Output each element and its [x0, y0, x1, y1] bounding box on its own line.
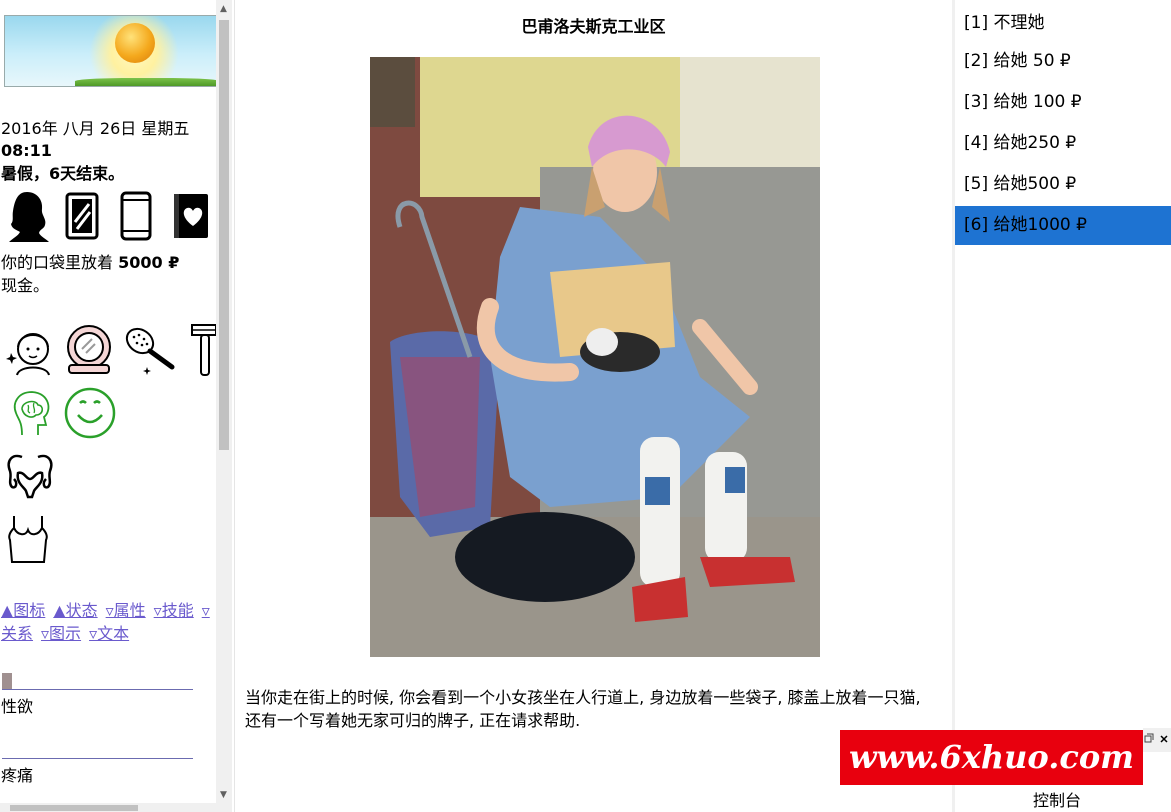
pain-bar [2, 741, 193, 759]
left-vertical-scrollbar[interactable]: ▲ ▼ [216, 0, 232, 812]
holiday-text: 暑假，6天结束。 [1, 164, 125, 183]
left-horizontal-scrollbar[interactable] [0, 803, 216, 812]
brain-icon [13, 391, 50, 436]
location-title: 巴甫洛夫斯克工业区 [521, 17, 666, 36]
choice-option-2[interactable]: [2] 给她 50 ₽ [955, 42, 1171, 81]
link-attributes[interactable]: ▿属性 [106, 601, 146, 620]
face-care-icon[interactable] [5, 323, 59, 377]
choice-option-3[interactable]: [3] 给她 100 ₽ [955, 83, 1171, 122]
choice-option-4[interactable]: [4] 给她250 ₽ [955, 124, 1171, 163]
scene-photo [370, 57, 820, 657]
pain-label: 疼痛 [1, 766, 34, 785]
date-text: 2016年 八月 26日 星期五 [1, 119, 190, 138]
compact-mirror-icon[interactable] [64, 323, 114, 375]
smartphone-icon[interactable] [120, 191, 152, 241]
link-status[interactable]: ▲状态 [53, 601, 97, 620]
smile-icon [64, 387, 116, 439]
watermark-banner: www.6xhuo.com [840, 730, 1143, 785]
link-text[interactable]: ▿文本 [89, 624, 129, 643]
section-links: ▲图标 ▲状态 ▿属性 ▿技能 ▿关系 ▿图示 ▿文本 [1, 599, 216, 645]
link-skills[interactable]: ▿技能 [154, 601, 194, 620]
choice-option-6[interactable]: [6] 给她1000 ₽ [955, 206, 1171, 245]
left-scroll-thumb[interactable] [219, 20, 229, 450]
console-label[interactable]: 控制台 [1033, 787, 1081, 811]
money-suffix: 现金。 [1, 276, 50, 295]
choices-panel: [1] 不理她 [2] 给她 50 ₽ [3] 给她 100 ₽ [4] 给她250 … [952, 0, 1171, 812]
weather-image [4, 15, 217, 87]
choice-option-1[interactable]: [1] 不理她 [955, 4, 1171, 43]
hairbrush-icon[interactable] [122, 323, 178, 375]
libido-bar [2, 673, 193, 690]
left-sidebar: 2016年 八月 26日 星期五 08:11 暑假，6天结束。 你的口袋里放着 … [0, 0, 232, 812]
money-amount: 5000 ₽ [118, 253, 180, 272]
link-diagram[interactable]: ▿图示 [41, 624, 81, 643]
woman-silhouette-icon[interactable] [5, 190, 53, 242]
scene-description: 当你走在街上的时候, 你会看到一个小女孩坐在人行道上, 身边放着一些袋子, 膝盖… [245, 688, 921, 730]
uterus-icon [7, 454, 53, 499]
libido-label: 性欲 [1, 697, 34, 716]
money-text: 你的口袋里放着 5000 ₽ [1, 253, 180, 272]
choice-option-5[interactable]: [5] 给她500 ₽ [955, 165, 1171, 204]
heart-book-icon[interactable] [172, 192, 210, 240]
razor-icon[interactable] [190, 323, 216, 377]
link-icons[interactable]: ▲图标 [1, 601, 45, 620]
mirror-icon[interactable] [65, 192, 99, 240]
bra-top-icon [8, 516, 48, 563]
main-content: 巴甫洛夫斯克工业区 当你走在街上的时候, 你会看到一个小女孩坐在人行道上, 身边… [234, 0, 952, 812]
console-window-controls[interactable] [1143, 728, 1171, 752]
time-text: 08:11 [1, 141, 52, 160]
